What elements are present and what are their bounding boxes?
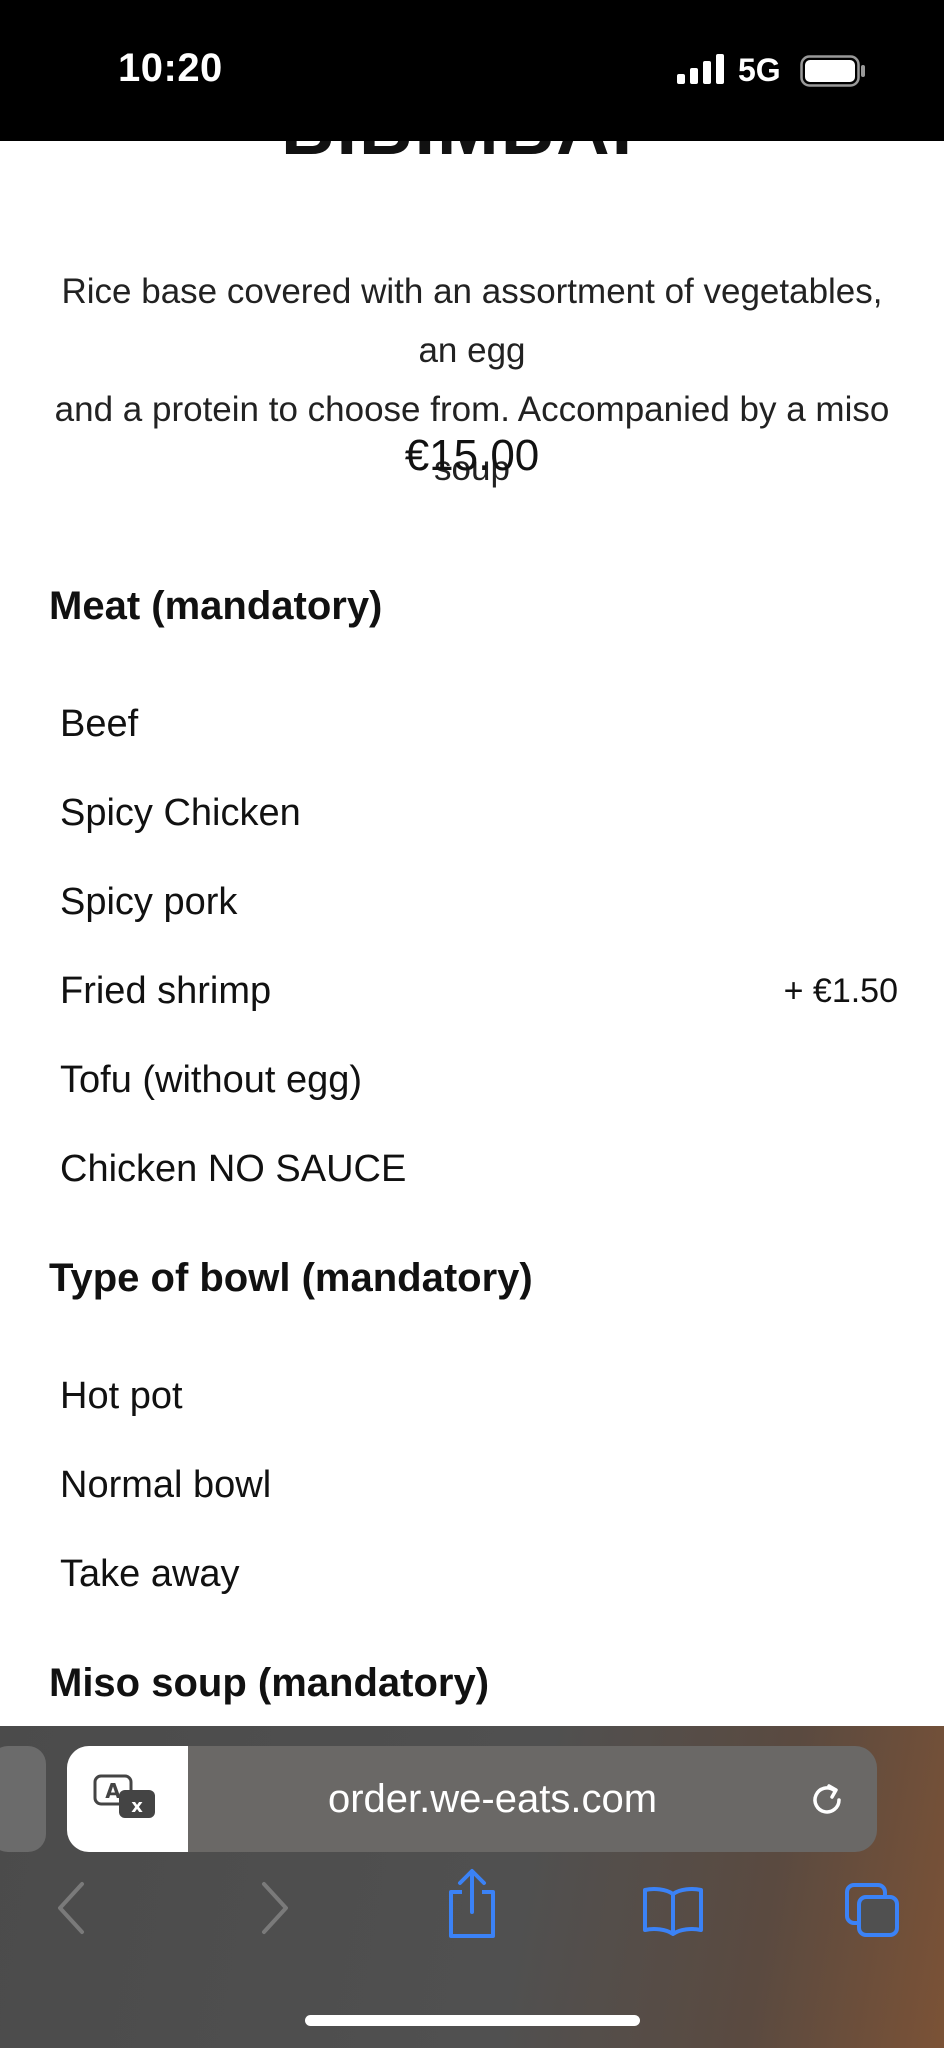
translate-icon: A x bbox=[93, 1774, 155, 1818]
option-spicy-chicken[interactable]: Spicy Chicken bbox=[60, 783, 898, 843]
item-title: BIBIMBAP bbox=[0, 141, 944, 171]
option-normal-bowl[interactable]: Normal bowl bbox=[60, 1455, 898, 1515]
status-time: 10:20 bbox=[118, 46, 223, 90]
option-spicy-pork[interactable]: Spicy pork bbox=[60, 872, 898, 932]
status-bar: 10:20 5G bbox=[0, 0, 944, 141]
browser-toolbar: A x order.we-eats.com bbox=[0, 1726, 944, 2048]
item-price: €15.00 bbox=[404, 431, 540, 480]
address-bar[interactable]: A x order.we-eats.com bbox=[67, 1746, 877, 1852]
option-hot-pot[interactable]: Hot pot bbox=[60, 1366, 898, 1426]
group-title-soup: Miso soup (mandatory) bbox=[49, 1661, 490, 1705]
group-title-bowl: Type of bowl (mandatory) bbox=[49, 1256, 533, 1300]
translate-button[interactable]: A x bbox=[67, 1746, 188, 1852]
url-text: order.we-eats.com bbox=[327, 1776, 658, 1821]
option-label: Spicy Chicken bbox=[60, 791, 301, 834]
item-description-line: Rice base covered with an assortment of … bbox=[61, 272, 883, 370]
tabs-icon[interactable] bbox=[844, 1882, 900, 1938]
book-icon[interactable] bbox=[642, 1886, 704, 1936]
option-label: Hot pot bbox=[60, 1374, 183, 1417]
home-indicator bbox=[305, 2015, 640, 2026]
cellular-signal-icon bbox=[677, 54, 724, 84]
previous-tab-preview[interactable] bbox=[0, 1746, 46, 1852]
option-label: Tofu (without egg) bbox=[60, 1058, 363, 1101]
option-label: Spicy pork bbox=[60, 880, 238, 923]
option-beef[interactable]: Beef bbox=[60, 694, 898, 754]
option-take-away[interactable]: Take away bbox=[60, 1544, 898, 1604]
option-label: Chicken NO SAUCE bbox=[60, 1147, 407, 1190]
option-chicken-no-sauce[interactable]: Chicken NO SAUCE bbox=[60, 1139, 898, 1199]
reload-icon[interactable] bbox=[807, 1780, 847, 1820]
option-label: Take away bbox=[60, 1552, 240, 1595]
network-type: 5G bbox=[738, 52, 781, 88]
battery-icon bbox=[800, 55, 865, 87]
option-label: Beef bbox=[60, 702, 139, 745]
share-icon[interactable] bbox=[445, 1866, 499, 1940]
svg-text:x: x bbox=[131, 1796, 143, 1817]
chevron-left-icon[interactable] bbox=[54, 1880, 88, 1936]
svg-text:A: A bbox=[105, 1779, 121, 1803]
menu-item-detail: BIBIMBAP Rice base covered with an assor… bbox=[0, 141, 944, 1726]
option-extra-price: + €1.50 bbox=[783, 971, 898, 1010]
option-label: Normal bowl bbox=[60, 1463, 272, 1506]
chevron-right-icon[interactable] bbox=[258, 1880, 292, 1936]
option-tofu[interactable]: Tofu (without egg) bbox=[60, 1050, 898, 1110]
option-label: Fried shrimp bbox=[60, 969, 272, 1012]
group-title-meat: Meat (mandatory) bbox=[49, 584, 383, 628]
option-fried-shrimp[interactable]: Fried shrimp + €1.50 bbox=[60, 961, 898, 1021]
